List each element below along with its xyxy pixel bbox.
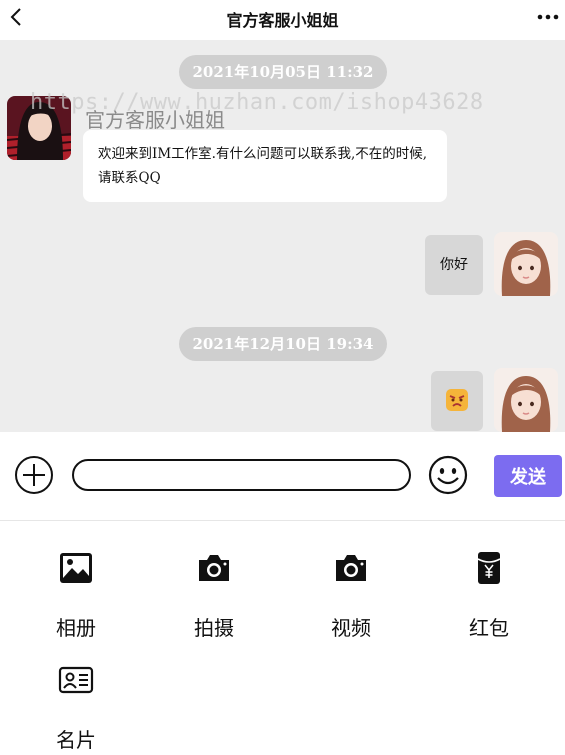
tool-contact-card[interactable]: 名片 xyxy=(31,662,121,753)
plus-circle-icon[interactable] xyxy=(14,455,54,495)
timestamp: 2021年12月10日 19:34 xyxy=(179,327,387,361)
camera-icon xyxy=(336,555,366,581)
red-packet-icon xyxy=(477,552,501,584)
more-dots-icon[interactable] xyxy=(537,8,559,24)
page-title: 官方客服小姐姐 xyxy=(226,11,339,30)
send-button[interactable]: 发送 xyxy=(494,455,562,497)
tool-label: 视频 xyxy=(331,616,371,640)
image-icon xyxy=(60,553,92,583)
tool-label: 红包 xyxy=(469,616,509,640)
tool-video[interactable]: 视频 xyxy=(306,550,396,641)
watermark: https://www.huzhan.com/ishop43628 xyxy=(30,90,484,115)
top-bar: 官方客服小姐姐 xyxy=(0,0,565,40)
message-text: 你好 xyxy=(440,257,468,273)
tool-label: 相册 xyxy=(56,616,96,640)
sent-message-bubble[interactable]: 你好 xyxy=(425,235,483,295)
avatar[interactable] xyxy=(494,232,558,296)
tool-label: 拍摄 xyxy=(194,616,234,640)
tool-album[interactable]: 相册 xyxy=(31,550,121,641)
tool-red-packet[interactable]: 红包 xyxy=(444,550,534,641)
tool-photo[interactable]: 拍摄 xyxy=(169,550,259,641)
received-message-bubble[interactable]: 欢迎来到IM工作室.有什么问题可以联系我,不在的时候,请联系QQ xyxy=(83,130,447,202)
angry-emoji-icon xyxy=(446,389,468,411)
message-input[interactable] xyxy=(72,459,411,491)
sent-sticker-bubble[interactable] xyxy=(431,371,483,431)
chat-area[interactable]: 2021年10月05日 11:32 官方客服小姐姐 https://www.hu… xyxy=(0,40,565,432)
contact-card-icon xyxy=(58,666,94,694)
camera-icon xyxy=(199,555,229,581)
timestamp: 2021年10月05日 11:32 xyxy=(179,55,387,89)
emoji-icon[interactable] xyxy=(427,454,469,496)
avatar[interactable] xyxy=(494,368,558,432)
tool-label: 名片 xyxy=(56,728,96,752)
